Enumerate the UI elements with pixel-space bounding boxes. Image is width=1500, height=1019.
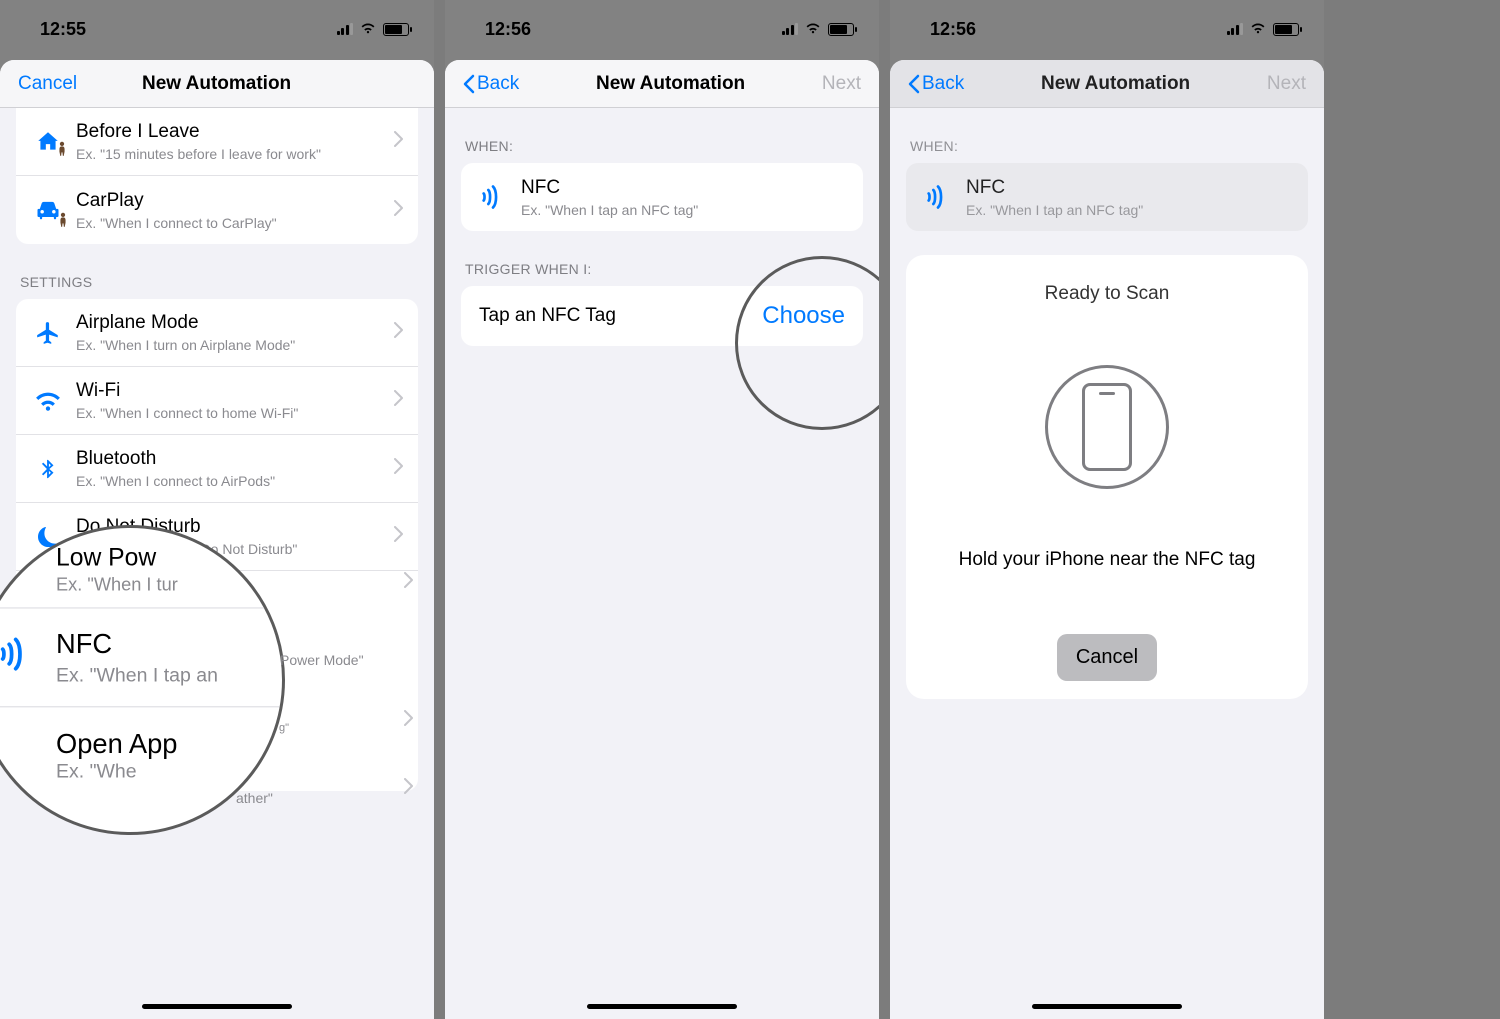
row-subtitle: Ex. "When I connect to AirPods" [76, 473, 388, 489]
choose-button[interactable]: Choose [762, 302, 845, 330]
battery-icon [828, 23, 854, 36]
home-indicator[interactable] [1032, 1004, 1182, 1009]
next-button: Next [1267, 73, 1306, 95]
phone-screen-3: 12:56 Back New Automation Next WHEN: NFC… [890, 0, 1324, 1019]
row-title: Bluetooth [76, 448, 388, 470]
status-icons [337, 19, 410, 40]
back-button[interactable]: Back [908, 73, 964, 95]
car-icon [30, 196, 66, 224]
chevron-right-icon [394, 457, 404, 480]
settings-rows-hidden-by-magnifier [16, 571, 418, 791]
settings-row-wifi[interactable]: Wi-Fi Ex. "When I connect to home Wi-Fi" [16, 367, 418, 435]
wifi-icon [30, 388, 66, 414]
settings-row-bluetooth[interactable]: Bluetooth Ex. "When I connect to AirPods" [16, 435, 418, 503]
phone-screen-2: 12:56 Back New Automation Next WHEN: NFC… [445, 0, 879, 1019]
settings-row-airplane-mode[interactable]: Airplane Mode Ex. "When I turn on Airplan… [16, 299, 418, 367]
row-title: NFC [966, 177, 1294, 199]
battery-icon [1273, 23, 1299, 36]
chevron-right-icon [404, 572, 414, 593]
row-subtitle: Ex. "When I tap an NFC tag" [966, 202, 1294, 218]
moon-icon [30, 525, 66, 549]
nfc-icon [920, 183, 956, 211]
row-subtitle: Ex. "When I turn on Airplane Mode" [76, 337, 388, 353]
when-nfc-row: NFC Ex. "When I tap an NFC tag" [906, 163, 1308, 231]
scan-message: Hold your iPhone near the NFC tag [959, 549, 1256, 571]
settings-section-header: SETTINGS [0, 244, 434, 299]
trigger-row-before-i-leave[interactable]: Before I Leave Ex. "15 minutes before I … [16, 108, 418, 176]
phone-screen-1: 12:55 Cancel New Automation Before I Lea… [0, 0, 434, 1019]
status-bar: 12:56 [890, 0, 1324, 58]
status-time: 12:55 [40, 19, 86, 40]
chevron-right-icon [404, 778, 414, 799]
row-subtitle: Ex. "When I tap an NFC tag" [521, 202, 849, 218]
row-subtitle: Ex. "When I connect to CarPlay" [76, 215, 388, 231]
phone-scan-icon [1045, 365, 1169, 489]
row-title: NFC [521, 177, 849, 199]
row-subtitle: Ex. "15 minutes before I leave for work" [76, 146, 388, 162]
settings-row-do-not-disturb[interactable]: Do Not Disturb Ex. "When I turn off Do No… [16, 503, 418, 571]
airplane-icon [30, 320, 66, 346]
home-leave-icon [30, 129, 66, 155]
nfc-scan-sheet: Ready to Scan Hold your iPhone near the … [906, 255, 1308, 699]
status-icons [1227, 19, 1300, 40]
row-title: Airplane Mode [76, 312, 388, 334]
tap-nfc-row: Tap an NFC Tag Choose [461, 286, 863, 346]
row-title: Wi-Fi [76, 380, 388, 402]
battery-icon [383, 23, 409, 36]
tap-nfc-label: Tap an NFC Tag [479, 305, 616, 327]
chevron-right-icon [394, 321, 404, 344]
status-bar: 12:56 [445, 0, 879, 58]
cancel-button[interactable]: Cancel [18, 73, 77, 95]
wifi-status-icon [359, 19, 377, 40]
status-time: 12:56 [930, 19, 976, 40]
page-title: New Automation [142, 73, 291, 95]
wifi-status-icon [1249, 19, 1267, 40]
wifi-status-icon [804, 19, 822, 40]
nfc-icon [475, 183, 511, 211]
tail-nfc: g" [279, 722, 289, 734]
tail-openapp: ather" [236, 790, 273, 806]
status-icons [782, 19, 855, 40]
page-title: New Automation [1041, 73, 1190, 95]
status-time: 12:56 [485, 19, 531, 40]
row-subtitle: Ex. "When I connect to home Wi-Fi" [76, 405, 388, 421]
bluetooth-icon [30, 456, 66, 482]
when-header: WHEN: [445, 108, 879, 163]
nav-bar: Back New Automation Next [890, 60, 1324, 108]
status-bar: 12:55 [0, 0, 434, 58]
row-subtitle: Ex. "When I turn off Do Not Disturb" [76, 541, 388, 557]
tail-lowpower: Power Mode" [280, 652, 364, 668]
back-button[interactable]: Back [463, 73, 519, 95]
page-title: New Automation [596, 73, 745, 95]
row-title: CarPlay [76, 190, 388, 212]
home-indicator[interactable] [142, 1004, 292, 1009]
signal-icon [1227, 23, 1244, 35]
trigger-row-carplay[interactable]: CarPlay Ex. "When I connect to CarPlay" [16, 176, 418, 244]
scan-cancel-button[interactable]: Cancel [1057, 634, 1157, 681]
chevron-right-icon [394, 130, 404, 153]
when-header: WHEN: [890, 108, 1324, 163]
chevron-right-icon [394, 199, 404, 222]
home-indicator[interactable] [587, 1004, 737, 1009]
nav-bar: Back New Automation Next [445, 60, 879, 108]
row-title: Before I Leave [76, 121, 388, 143]
chevron-right-icon [404, 710, 414, 731]
signal-icon [782, 23, 799, 35]
trigger-header: TRIGGER WHEN I: [445, 231, 879, 286]
signal-icon [337, 23, 354, 35]
scan-title: Ready to Scan [1045, 283, 1170, 305]
row-title: Do Not Disturb [76, 516, 388, 538]
nav-bar: Cancel New Automation [0, 60, 434, 108]
chevron-right-icon [394, 525, 404, 548]
next-button[interactable]: Next [822, 73, 861, 95]
when-nfc-row: NFC Ex. "When I tap an NFC tag" [461, 163, 863, 231]
chevron-right-icon [394, 389, 404, 412]
